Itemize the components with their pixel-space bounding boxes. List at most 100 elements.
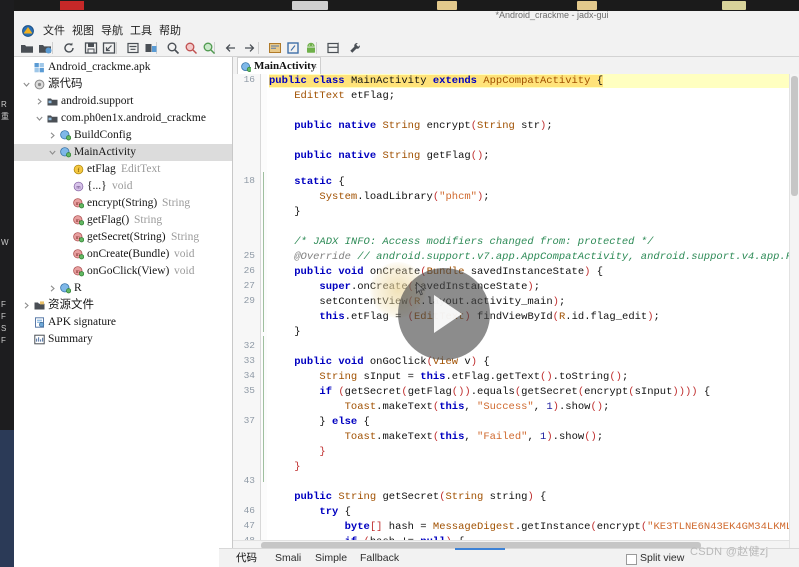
chevron-right-icon[interactable] bbox=[48, 131, 57, 140]
editor-tab-strip: MainActivity × bbox=[233, 57, 799, 75]
menu-tools[interactable]: 工具 bbox=[127, 24, 155, 38]
search-comment-icon[interactable] bbox=[202, 41, 216, 55]
chevron-right-icon[interactable] bbox=[22, 301, 31, 310]
source-code[interactable]: public class MainActivity extends AppCom… bbox=[269, 74, 799, 550]
tree-node-getsecret-string[interactable]: m getSecret(String) String bbox=[14, 229, 232, 246]
open-file-icon[interactable] bbox=[20, 41, 34, 55]
editor-tab-mainactivity[interactable]: MainActivity × bbox=[237, 57, 322, 75]
taskbar-item[interactable] bbox=[292, 1, 328, 10]
window-title: *Android_crackme - jadx-gui bbox=[495, 10, 609, 20]
tree-node-label: Android_crackme.apk bbox=[48, 61, 151, 73]
vertical-scrollbar-thumb[interactable] bbox=[791, 76, 798, 196]
line-number: 25 bbox=[243, 250, 255, 261]
forward-icon[interactable] bbox=[242, 41, 256, 55]
tree-node-type: void bbox=[174, 265, 195, 277]
menu-view[interactable]: 视图 bbox=[69, 24, 97, 38]
preferences-icon[interactable] bbox=[348, 41, 362, 55]
log-viewer-icon[interactable] bbox=[326, 41, 340, 55]
tree-node-label: Summary bbox=[48, 333, 93, 345]
tree-node-summary[interactable]: Summary bbox=[14, 331, 232, 348]
video-play-button[interactable] bbox=[398, 268, 490, 360]
tree-node-type: EditText bbox=[121, 163, 161, 175]
menu-navigation[interactable]: 导航 bbox=[98, 24, 126, 38]
method-icon: m bbox=[73, 249, 85, 260]
chevron-down-icon[interactable] bbox=[48, 148, 57, 157]
tree-node-oncreate-bundle[interactable]: m onCreate(Bundle) void bbox=[14, 246, 232, 263]
taskbar-item[interactable] bbox=[577, 1, 597, 10]
tree-node-label: com.ph0en1x.android_crackme bbox=[61, 112, 206, 124]
export-gradle-icon[interactable] bbox=[102, 41, 116, 55]
tree-node-label: android.support bbox=[61, 95, 134, 107]
view-tab-smali[interactable]: Smali bbox=[275, 551, 301, 566]
tree-node-com-ph0en1x-android-crackme[interactable]: com.ph0en1x.android_crackme bbox=[14, 110, 232, 127]
open-project-icon[interactable] bbox=[38, 41, 52, 55]
tree-node-apk-signature[interactable]: APK signature bbox=[14, 314, 232, 331]
project-tree-pane[interactable]: Android_crackme.apk 源代码 android.support com… bbox=[14, 57, 233, 567]
menu-bar: 文件 视图 导航 工具 帮助 bbox=[14, 22, 799, 40]
apk-icon bbox=[34, 62, 45, 73]
tree-node-[interactable]: 源代码 bbox=[14, 76, 232, 93]
search-icon[interactable] bbox=[166, 41, 180, 55]
toolbar-separator bbox=[116, 42, 117, 54]
source-icon bbox=[34, 79, 45, 90]
editor-pane: MainActivity × 16 18 25 26 27 29 32 33 34 35 37 43 4… bbox=[233, 57, 799, 567]
taskbar-item-record[interactable] bbox=[60, 1, 84, 10]
view-tab-code[interactable]: 代码 bbox=[236, 551, 257, 566]
tree-node-label: onCreate(Bundle) bbox=[87, 248, 170, 260]
package-icon bbox=[47, 96, 58, 107]
search-class-icon[interactable] bbox=[184, 41, 198, 55]
tree-node-type: String bbox=[134, 214, 163, 226]
tree-node-r[interactable]: R bbox=[14, 280, 232, 297]
decompile-icon[interactable] bbox=[286, 41, 300, 55]
editor-tab-label: MainActivity bbox=[254, 60, 317, 72]
tree-node-label: getSecret(String) bbox=[87, 231, 166, 243]
close-icon[interactable]: × bbox=[312, 58, 317, 75]
tree-node-getflag[interactable]: m getFlag() String bbox=[14, 212, 232, 229]
android-icon[interactable] bbox=[304, 41, 318, 55]
tree-node-label: encrypt(String) bbox=[87, 197, 158, 209]
view-tab-fallback[interactable]: Fallback bbox=[360, 551, 399, 566]
flat-packages-icon[interactable] bbox=[144, 41, 158, 55]
reload-icon[interactable] bbox=[62, 41, 76, 55]
vertical-scrollbar[interactable] bbox=[789, 74, 799, 550]
method-icon: m bbox=[73, 266, 85, 277]
tree-node-ongoclick-view[interactable]: m onGoClick(View) void bbox=[14, 263, 232, 280]
chevron-right-icon[interactable] bbox=[35, 97, 44, 106]
code-line: public native String getFlag(); bbox=[294, 150, 490, 162]
tree-node-label: BuildConfig bbox=[74, 129, 132, 141]
collapse-all-icon[interactable] bbox=[126, 41, 140, 55]
menu-file[interactable]: 文件 bbox=[40, 24, 68, 38]
code-line: public class MainActivity extends AppCom… bbox=[269, 75, 604, 87]
tree-node-[interactable]: 资源文件 bbox=[14, 297, 232, 314]
tree-node-label: 资源文件 bbox=[48, 299, 94, 311]
code-line: /* JADX INFO: Access modifiers changed f… bbox=[294, 236, 654, 248]
class-icon bbox=[241, 61, 252, 72]
taskbar-item[interactable] bbox=[722, 1, 746, 10]
save-all-icon[interactable] bbox=[84, 41, 98, 55]
menu-help[interactable]: 帮助 bbox=[156, 24, 184, 38]
method-icon: m bbox=[73, 198, 85, 209]
chevron-down-icon[interactable] bbox=[22, 80, 31, 89]
code-view[interactable]: 161825262729323334353743464748505153 pub… bbox=[233, 74, 799, 550]
split-view-checkbox[interactable] bbox=[626, 554, 637, 565]
tree-node-android-crackme-apk[interactable]: Android_crackme.apk bbox=[14, 59, 232, 76]
tree-node-encrypt-string[interactable]: m encrypt(String) String bbox=[14, 195, 232, 212]
chevron-right-icon[interactable] bbox=[48, 284, 57, 293]
tree-node-[interactable]: m {...} void bbox=[14, 178, 232, 195]
chevron-down-icon[interactable] bbox=[35, 114, 44, 123]
tree-node-label: MainActivity bbox=[74, 146, 136, 158]
tree-node-mainactivity[interactable]: MainActivity bbox=[14, 144, 232, 161]
code-line: if (getSecret(getFlag()).equals(getSecre… bbox=[319, 386, 711, 398]
tree-node-buildconfig[interactable]: BuildConfig bbox=[14, 127, 232, 144]
code-line: } bbox=[319, 446, 326, 458]
view-tab-simple[interactable]: Simple bbox=[315, 551, 347, 566]
deobfuscation-icon[interactable] bbox=[268, 41, 282, 55]
taskbar-item[interactable] bbox=[437, 1, 457, 10]
desktop-taskbar bbox=[0, 0, 799, 11]
code-fold-bar[interactable] bbox=[261, 74, 267, 550]
tree-node-android-support[interactable]: android.support bbox=[14, 93, 232, 110]
back-icon[interactable] bbox=[224, 41, 238, 55]
code-line: System.loadLibrary("phcm"); bbox=[319, 191, 490, 203]
class-icon bbox=[60, 147, 72, 158]
tree-node-etflag[interactable]: f etFlag EditText bbox=[14, 161, 232, 178]
